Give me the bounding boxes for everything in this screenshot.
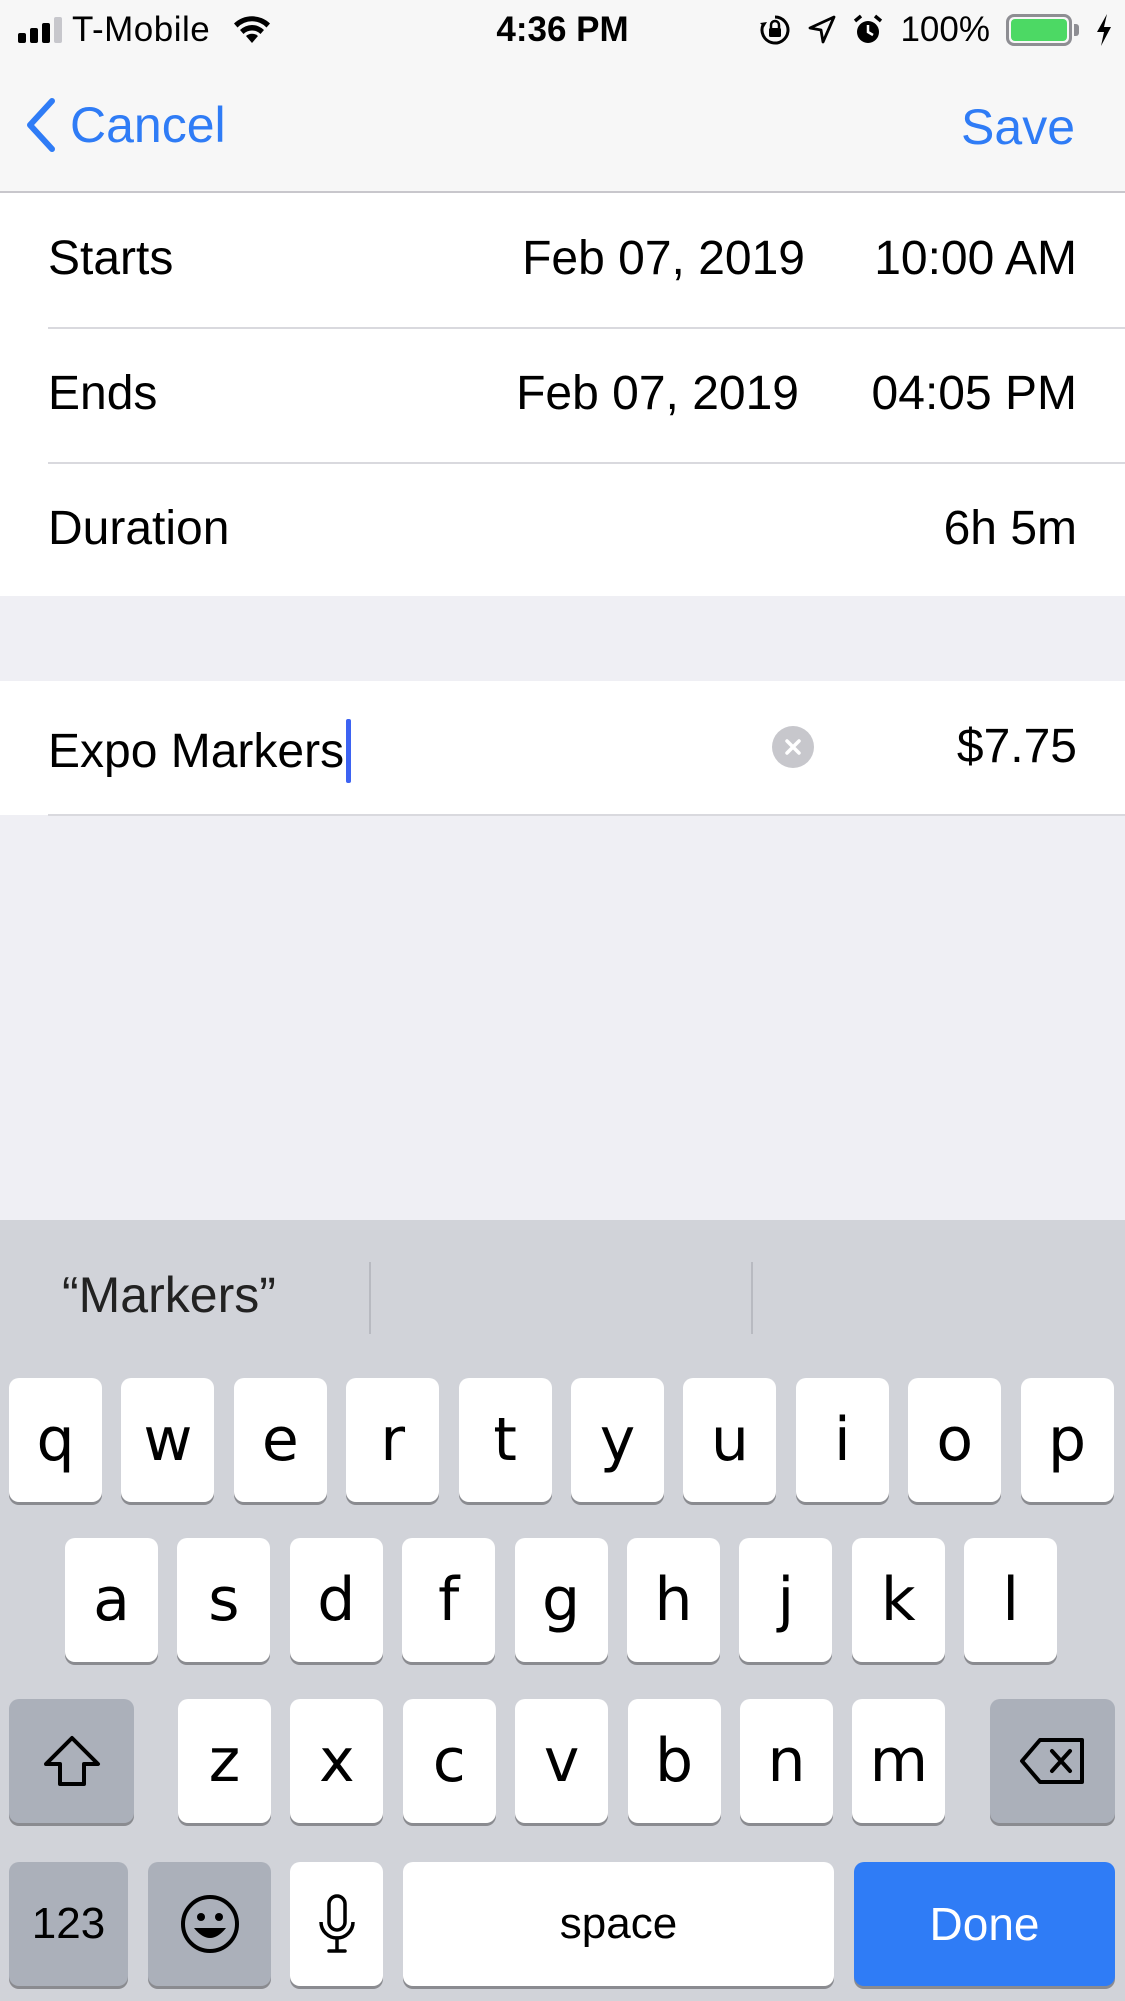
suggestion-bar: “Markers” — [0, 1220, 1125, 1370]
key-a[interactable]: a — [65, 1538, 158, 1662]
shift-icon — [43, 1736, 100, 1786]
clear-text-button[interactable] — [772, 726, 814, 768]
battery-percent: 100% — [900, 10, 990, 49]
key-m[interactable]: m — [852, 1699, 946, 1823]
key-u[interactable]: u — [683, 1378, 777, 1502]
alarm-icon — [854, 14, 883, 43]
duration-label: Duration — [48, 502, 230, 555]
backspace-key[interactable] — [990, 1699, 1115, 1823]
key-f[interactable]: f — [402, 1538, 496, 1662]
battery-icon — [1006, 14, 1079, 46]
ends-label: Ends — [48, 367, 158, 420]
key-p[interactable]: p — [1020, 1378, 1114, 1502]
numbers-key[interactable]: 123 — [9, 1862, 128, 1986]
text-cursor — [346, 719, 352, 783]
ends-row[interactable]: Ends Feb 07, 2019 04:05 PM — [0, 328, 1125, 463]
key-c[interactable]: c — [402, 1699, 496, 1823]
key-n[interactable]: n — [740, 1699, 833, 1823]
starts-row[interactable]: Starts Feb 07, 2019 10:00 AM — [0, 193, 1125, 328]
duration-value: 6h 5m — [943, 502, 1077, 555]
done-key[interactable]: Done — [854, 1862, 1115, 1986]
cancel-label: Cancel — [70, 97, 226, 153]
status-right: 100% — [758, 10, 1113, 50]
key-o[interactable]: o — [908, 1378, 1002, 1502]
schedule-section: Starts Feb 07, 2019 10:00 AM Ends Feb 07… — [0, 193, 1125, 596]
key-x[interactable]: x — [290, 1699, 384, 1823]
starts-label: Starts — [48, 232, 174, 285]
cancel-button[interactable]: Cancel — [24, 96, 226, 154]
key-s[interactable]: s — [177, 1538, 271, 1662]
dictation-key[interactable] — [290, 1862, 383, 1986]
key-w[interactable]: w — [121, 1378, 215, 1502]
key-d[interactable]: d — [289, 1538, 383, 1662]
status-bar: T-Mobile 4:36 PM 100% — [0, 0, 1125, 62]
navigation-bar: Cancel Save — [0, 62, 1125, 193]
starts-date[interactable]: Feb 07, 2019 — [522, 231, 805, 286]
key-z[interactable]: z — [178, 1699, 271, 1823]
ends-time[interactable]: 04:05 PM — [872, 366, 1077, 421]
location-arrow-icon — [809, 15, 836, 44]
emoji-icon — [180, 1895, 239, 1953]
key-k[interactable]: k — [851, 1538, 945, 1662]
key-v[interactable]: v — [515, 1699, 609, 1823]
key-j[interactable]: j — [739, 1538, 833, 1662]
charging-bolt-icon — [1097, 14, 1111, 46]
key-b[interactable]: b — [627, 1699, 721, 1823]
key-l[interactable]: l — [964, 1538, 1058, 1662]
key-e[interactable]: e — [233, 1378, 327, 1502]
chevron-left-icon — [27, 98, 55, 152]
save-button[interactable]: Save — [961, 98, 1075, 156]
suggestion-divider — [369, 1262, 371, 1334]
emoji-key[interactable] — [148, 1862, 271, 1986]
starts-time[interactable]: 10:00 AM — [874, 231, 1077, 286]
item-price[interactable]: $7.75 — [957, 719, 1077, 774]
row-divider — [48, 814, 1125, 816]
microphone-icon — [318, 1894, 355, 1953]
shift-key[interactable] — [9, 1699, 134, 1823]
item-name-text: Expo Markers — [48, 724, 345, 778]
clear-x-icon — [785, 739, 801, 755]
key-g[interactable]: g — [514, 1538, 608, 1662]
key-q[interactable]: q — [9, 1378, 102, 1502]
ends-date[interactable]: Feb 07, 2019 — [516, 366, 799, 421]
item-name-field[interactable]: Expo Markers — [48, 719, 352, 783]
item-row: Expo Markers $7.75 — [0, 681, 1125, 815]
suggestion-1[interactable]: “Markers” — [62, 1266, 276, 1324]
key-r[interactable]: r — [346, 1378, 440, 1502]
keyboard: “Markers” qwertyuiop asdfghjkl zxcvbnm 1… — [0, 1220, 1125, 2001]
key-t[interactable]: t — [458, 1378, 552, 1502]
backspace-icon — [1019, 1738, 1084, 1784]
orientation-lock-icon — [760, 15, 790, 45]
key-h[interactable]: h — [627, 1538, 720, 1662]
key-y[interactable]: y — [571, 1378, 664, 1502]
key-i[interactable]: i — [795, 1378, 889, 1502]
space-key[interactable]: space — [403, 1862, 834, 1986]
duration-row: Duration 6h 5m — [0, 463, 1125, 598]
suggestion-divider — [751, 1262, 753, 1334]
